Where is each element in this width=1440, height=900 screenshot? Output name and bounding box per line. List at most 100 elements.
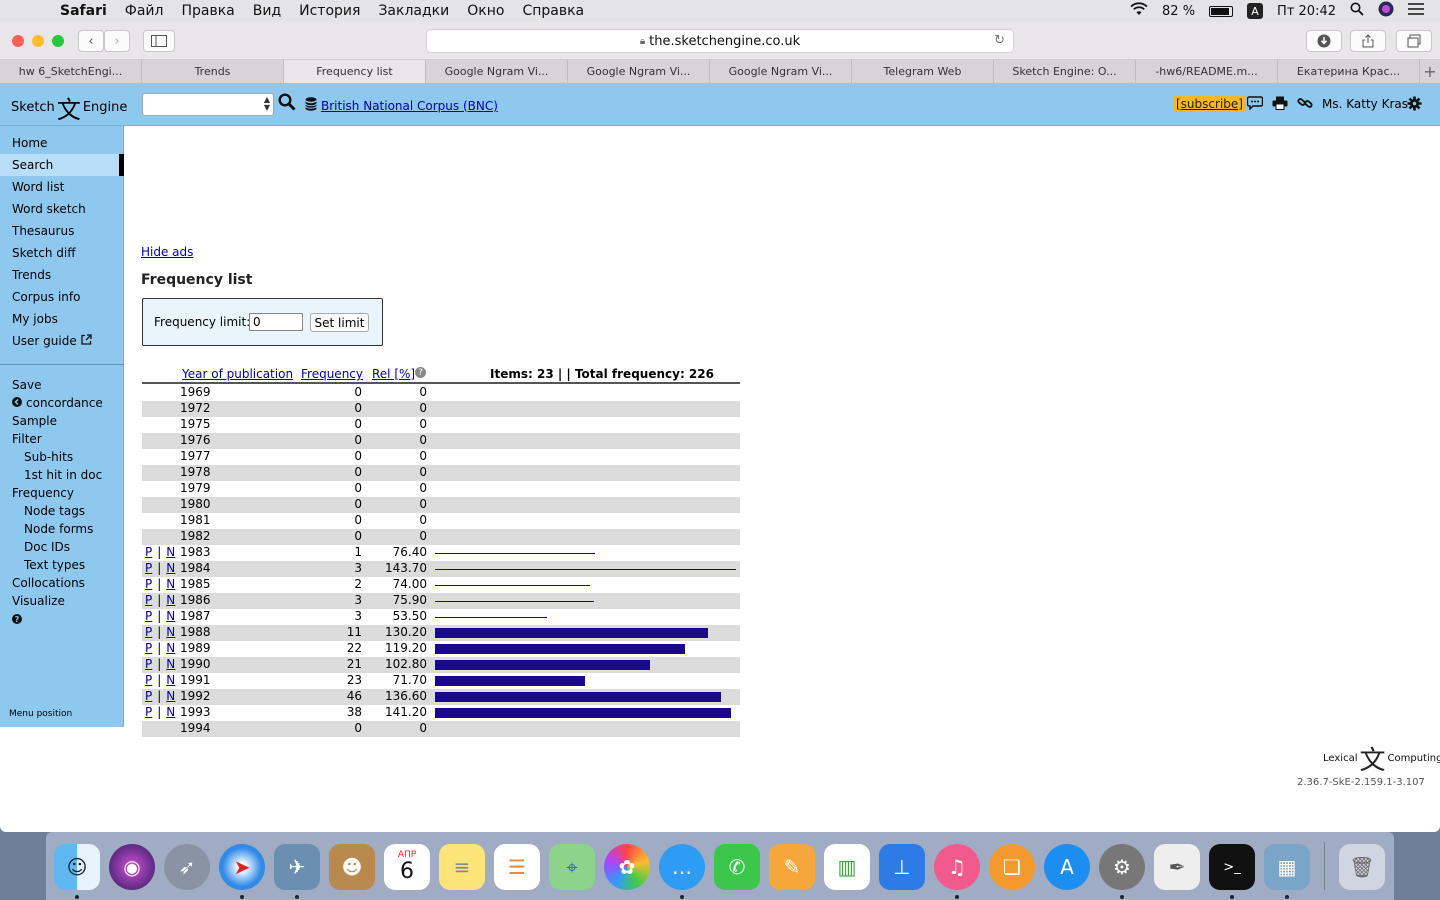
menu-edit[interactable]: Правка bbox=[181, 3, 234, 19]
notes-icon[interactable]: ≡ bbox=[439, 844, 485, 890]
maps-icon[interactable]: ⌖ bbox=[549, 844, 595, 890]
sidebar-item-sub-hits[interactable]: Sub-hits bbox=[0, 448, 124, 466]
positive-filter-link[interactable]: P bbox=[145, 657, 152, 671]
sidebar-item-visualize[interactable]: Visualize bbox=[0, 592, 124, 610]
link-icon[interactable] bbox=[1297, 96, 1313, 114]
gear-icon[interactable] bbox=[1407, 96, 1422, 115]
sketch-engine-logo[interactable]: Sketch 文 Engine bbox=[11, 90, 127, 125]
sidebar-item-corpus-info[interactable]: Corpus info bbox=[0, 286, 124, 308]
sidebar-item-sketch-diff[interactable]: Sketch diff bbox=[0, 242, 124, 264]
app-store-icon[interactable]: A bbox=[1044, 844, 1090, 890]
menu-help[interactable]: Справка bbox=[522, 3, 584, 19]
sidebar-item-sample[interactable]: Sample bbox=[0, 412, 124, 430]
siri-dock-icon[interactable]: ◉ bbox=[109, 844, 155, 890]
sidebar-item-trends[interactable]: Trends bbox=[0, 264, 124, 286]
share-icon[interactable] bbox=[1350, 30, 1386, 52]
positive-filter-link[interactable]: P bbox=[145, 561, 152, 575]
tab-ekaterina[interactable]: Екатерина Крас... bbox=[1278, 60, 1420, 83]
negative-filter-link[interactable]: N bbox=[166, 625, 175, 639]
tabs-overview-icon[interactable] bbox=[1396, 30, 1432, 52]
battery-icon[interactable] bbox=[1209, 5, 1234, 17]
stepper-icon[interactable]: ▲ ▼ bbox=[264, 96, 270, 112]
column-year-sort[interactable]: Year of publication bbox=[182, 367, 293, 381]
sidebar-item-frequency[interactable]: Frequency bbox=[0, 484, 124, 502]
frequency-limit-input[interactable] bbox=[249, 313, 303, 331]
sidebar-item-doc-ids[interactable]: Doc IDs bbox=[0, 538, 124, 556]
user-name[interactable]: Ms. Katty Kras bbox=[1322, 97, 1408, 111]
contacts-icon[interactable]: ☻ bbox=[329, 844, 375, 890]
menu-history[interactable]: История bbox=[299, 3, 360, 19]
negative-filter-link[interactable]: N bbox=[166, 657, 175, 671]
sidebar-item-text-types[interactable]: Text types bbox=[0, 556, 124, 574]
negative-filter-link[interactable]: N bbox=[166, 689, 175, 703]
downloads-icon[interactable] bbox=[1306, 30, 1342, 52]
forward-button[interactable]: › bbox=[104, 30, 130, 52]
negative-filter-link[interactable]: N bbox=[166, 561, 175, 575]
ibooks-icon[interactable]: ❏ bbox=[989, 844, 1035, 890]
calendar-icon[interactable]: АПР 6 bbox=[384, 844, 430, 890]
negative-filter-link[interactable]: N bbox=[166, 577, 175, 591]
back-button[interactable]: ‹ bbox=[78, 30, 104, 52]
numbers-icon[interactable]: ▥ bbox=[824, 844, 870, 890]
tab-readme[interactable]: -hw6/README.m... bbox=[1136, 60, 1278, 83]
tab-hw6[interactable]: hw 6_SketchEngi... bbox=[0, 60, 142, 83]
positive-filter-link[interactable]: P bbox=[145, 673, 152, 687]
positive-filter-link[interactable]: P bbox=[145, 577, 152, 591]
set-limit-button[interactable]: Set limit bbox=[310, 313, 369, 332]
positive-filter-link[interactable]: P bbox=[145, 593, 152, 607]
notification-center-icon[interactable] bbox=[1408, 3, 1424, 19]
sidebar-item-collocations[interactable]: Collocations bbox=[0, 574, 124, 592]
menu-view[interactable]: Вид bbox=[253, 3, 281, 19]
feedback-icon[interactable] bbox=[1246, 96, 1264, 114]
question-icon[interactable]: ? bbox=[415, 367, 426, 378]
sidebar-item-save[interactable]: Save bbox=[0, 376, 124, 394]
sidebar-item-concordance[interactable]: concordance bbox=[0, 394, 124, 412]
preview-icon[interactable]: ▦ bbox=[1264, 844, 1310, 890]
tab-sketch-engine[interactable]: Sketch Engine: O... bbox=[994, 60, 1136, 83]
minimize-window-button[interactable] bbox=[32, 35, 44, 47]
new-tab-button[interactable]: + bbox=[1420, 60, 1440, 83]
trash-icon[interactable]: 🗑︎ bbox=[1339, 844, 1385, 890]
close-window-button[interactable] bbox=[12, 35, 24, 47]
finder-icon[interactable]: ☺ bbox=[54, 844, 100, 890]
positive-filter-link[interactable]: P bbox=[145, 689, 152, 703]
zoom-window-button[interactable] bbox=[52, 35, 64, 47]
sidebar-toggle-icon[interactable] bbox=[143, 30, 175, 52]
negative-filter-link[interactable]: N bbox=[166, 641, 175, 655]
address-bar[interactable]: 🔒︎ the.sketchengine.co.uk ↻ bbox=[426, 29, 1014, 53]
positive-filter-link[interactable]: P bbox=[145, 641, 152, 655]
corpus-link[interactable]: British National Corpus (BNC) bbox=[321, 99, 498, 113]
sidebar-item-filter[interactable]: Filter bbox=[0, 430, 124, 448]
sidebar-item-my-jobs[interactable]: My jobs bbox=[0, 308, 124, 330]
lexical-computing-logo[interactable]: Lexical 文 Computing bbox=[1323, 740, 1440, 777]
reminders-icon[interactable]: ☰ bbox=[494, 844, 540, 890]
help-icon[interactable]: ? bbox=[0, 610, 124, 628]
textedit-icon[interactable]: ✒ bbox=[1154, 844, 1200, 890]
sidebar-item-first-hit[interactable]: 1st hit in doc bbox=[0, 466, 124, 484]
sidebar-item-node-forms[interactable]: Node forms bbox=[0, 520, 124, 538]
pages-icon[interactable]: ✎ bbox=[769, 844, 815, 890]
tab-telegram[interactable]: Telegram Web bbox=[852, 60, 994, 83]
negative-filter-link[interactable]: N bbox=[166, 609, 175, 623]
search-icon[interactable] bbox=[278, 93, 296, 116]
sidebar-item-user-guide[interactable]: User guide bbox=[0, 330, 124, 352]
reload-icon[interactable]: ↻ bbox=[994, 33, 1005, 48]
negative-filter-link[interactable]: N bbox=[166, 545, 175, 559]
hide-ads-link[interactable]: Hide ads bbox=[141, 245, 193, 259]
negative-filter-link[interactable]: N bbox=[166, 705, 175, 719]
menu-clock[interactable]: Пт 20:42 bbox=[1277, 4, 1336, 19]
search-input[interactable]: ▲ ▼ bbox=[142, 93, 274, 116]
photos-icon[interactable]: ✿ bbox=[604, 844, 650, 890]
negative-filter-link[interactable]: N bbox=[166, 673, 175, 687]
positive-filter-link[interactable]: P bbox=[145, 625, 152, 639]
launchpad-icon[interactable]: ➶ bbox=[164, 844, 210, 890]
menu-window[interactable]: Окно bbox=[467, 3, 504, 19]
terminal-icon[interactable]: >_ bbox=[1209, 844, 1255, 890]
wifi-icon[interactable] bbox=[1130, 2, 1148, 20]
system-preferences-icon[interactable]: ⚙ bbox=[1099, 844, 1145, 890]
subscribe-link[interactable]: [subscribe] bbox=[1173, 96, 1246, 112]
sidebar-item-node-tags[interactable]: Node tags bbox=[0, 502, 124, 520]
keynote-icon[interactable]: ⊥ bbox=[879, 844, 925, 890]
tab-ngram-2[interactable]: Google Ngram Vi... bbox=[568, 60, 710, 83]
safari-icon[interactable]: ➤ bbox=[219, 844, 265, 890]
